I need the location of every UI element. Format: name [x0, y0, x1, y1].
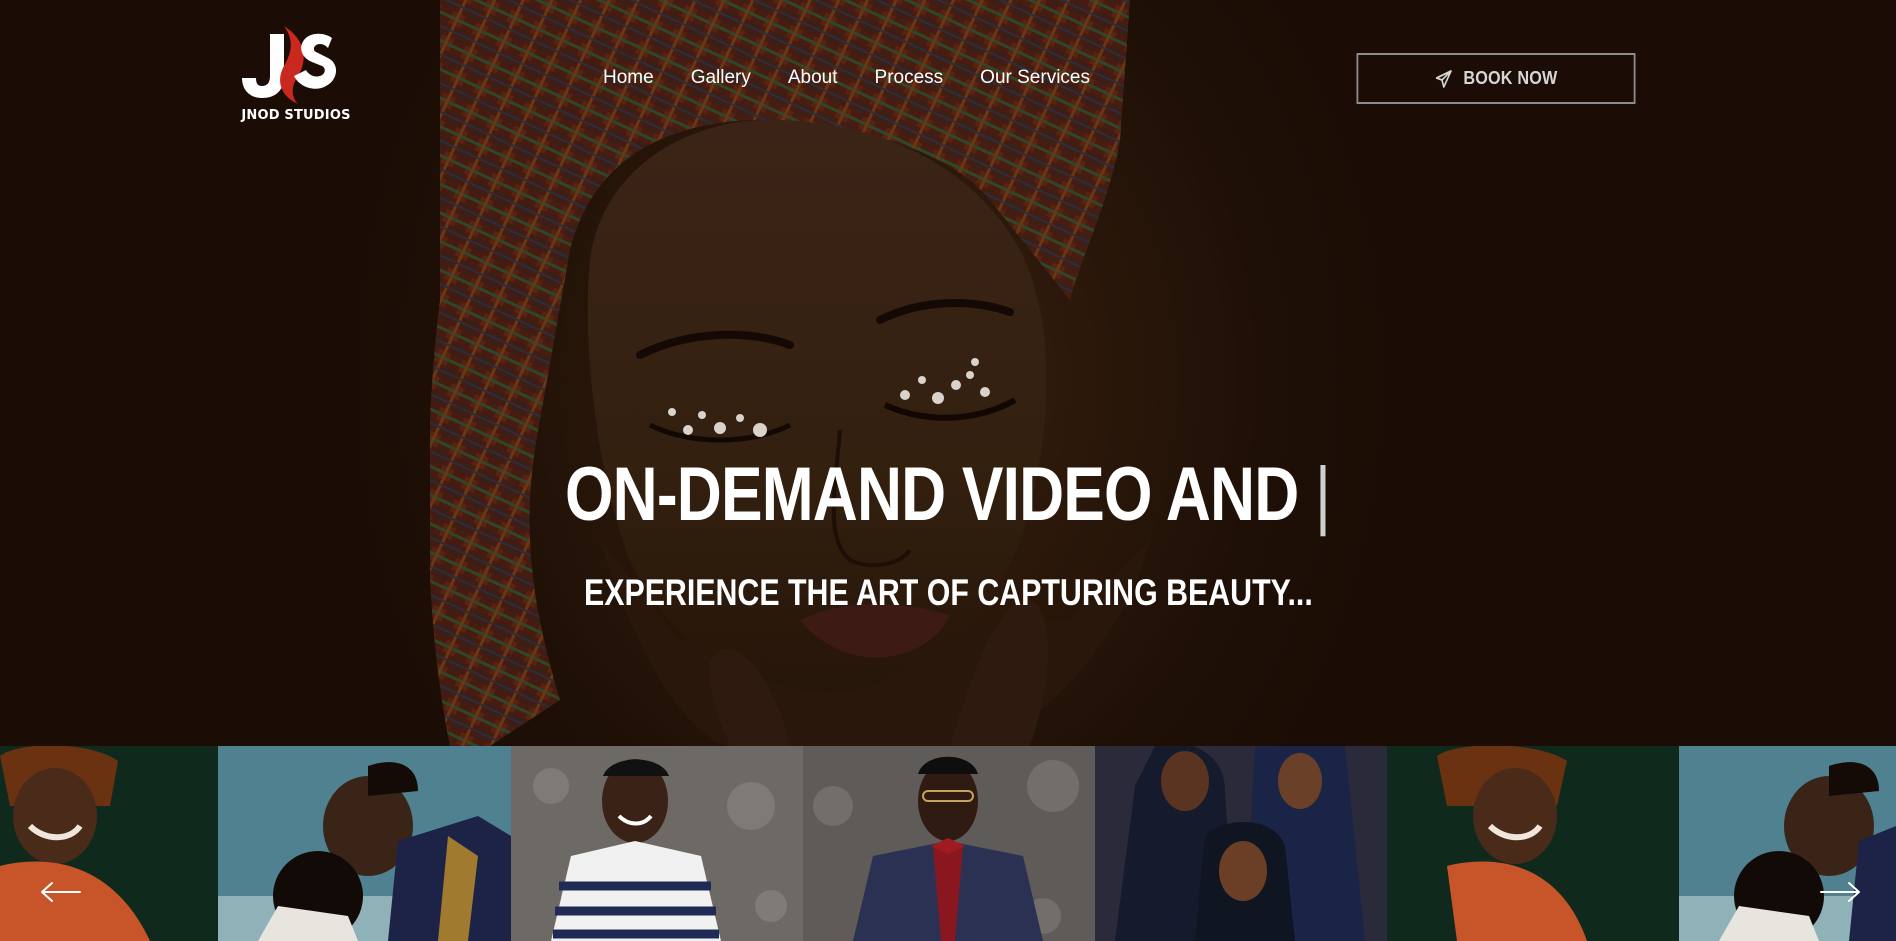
book-now-button[interactable]: BOOK NOW [1356, 53, 1636, 104]
nav-gallery[interactable]: Gallery [691, 66, 751, 90]
gallery-photo[interactable] [218, 746, 511, 941]
hero-headline: ON-DEMAND VIDEO AND | [0, 450, 1896, 540]
gallery-photo[interactable] [1095, 746, 1387, 941]
gallery-photo[interactable] [1679, 746, 1896, 941]
gallery-photo[interactable] [0, 746, 218, 941]
nav-about[interactable]: About [788, 66, 838, 90]
brand-name: JNOD STUDIOS [241, 108, 351, 123]
brand-logo[interactable]: JNOD STUDIOS [236, 24, 356, 128]
nav-process[interactable]: Process [875, 66, 944, 90]
nav-our-services[interactable]: Our Services [980, 66, 1090, 90]
paper-plane-icon [1435, 69, 1452, 88]
gallery-photo[interactable] [803, 746, 1095, 941]
arrow-right-icon[interactable] [1819, 880, 1863, 904]
main-nav: Home Gallery About Process Our Services [603, 66, 1127, 90]
hero-portrait-image [430, 0, 1150, 746]
typing-cursor: | [1315, 452, 1331, 537]
gallery-carousel[interactable] [0, 746, 1896, 941]
hero-headline-text: ON-DEMAND VIDEO AND [565, 452, 1299, 537]
gallery-photo[interactable] [511, 746, 803, 941]
hero-subline-text: EXPERIENCE THE ART OF CAPTURING BEAUTY..… [583, 572, 1313, 613]
arrow-left-icon[interactable] [38, 880, 82, 904]
jnod-monogram-icon [242, 26, 337, 104]
book-now-label: BOOK NOW [1463, 68, 1558, 88]
gallery-photo[interactable] [1387, 746, 1679, 941]
nav-home[interactable]: Home [603, 66, 654, 90]
hero-subline: EXPERIENCE THE ART OF CAPTURING BEAUTY..… [0, 571, 1896, 615]
